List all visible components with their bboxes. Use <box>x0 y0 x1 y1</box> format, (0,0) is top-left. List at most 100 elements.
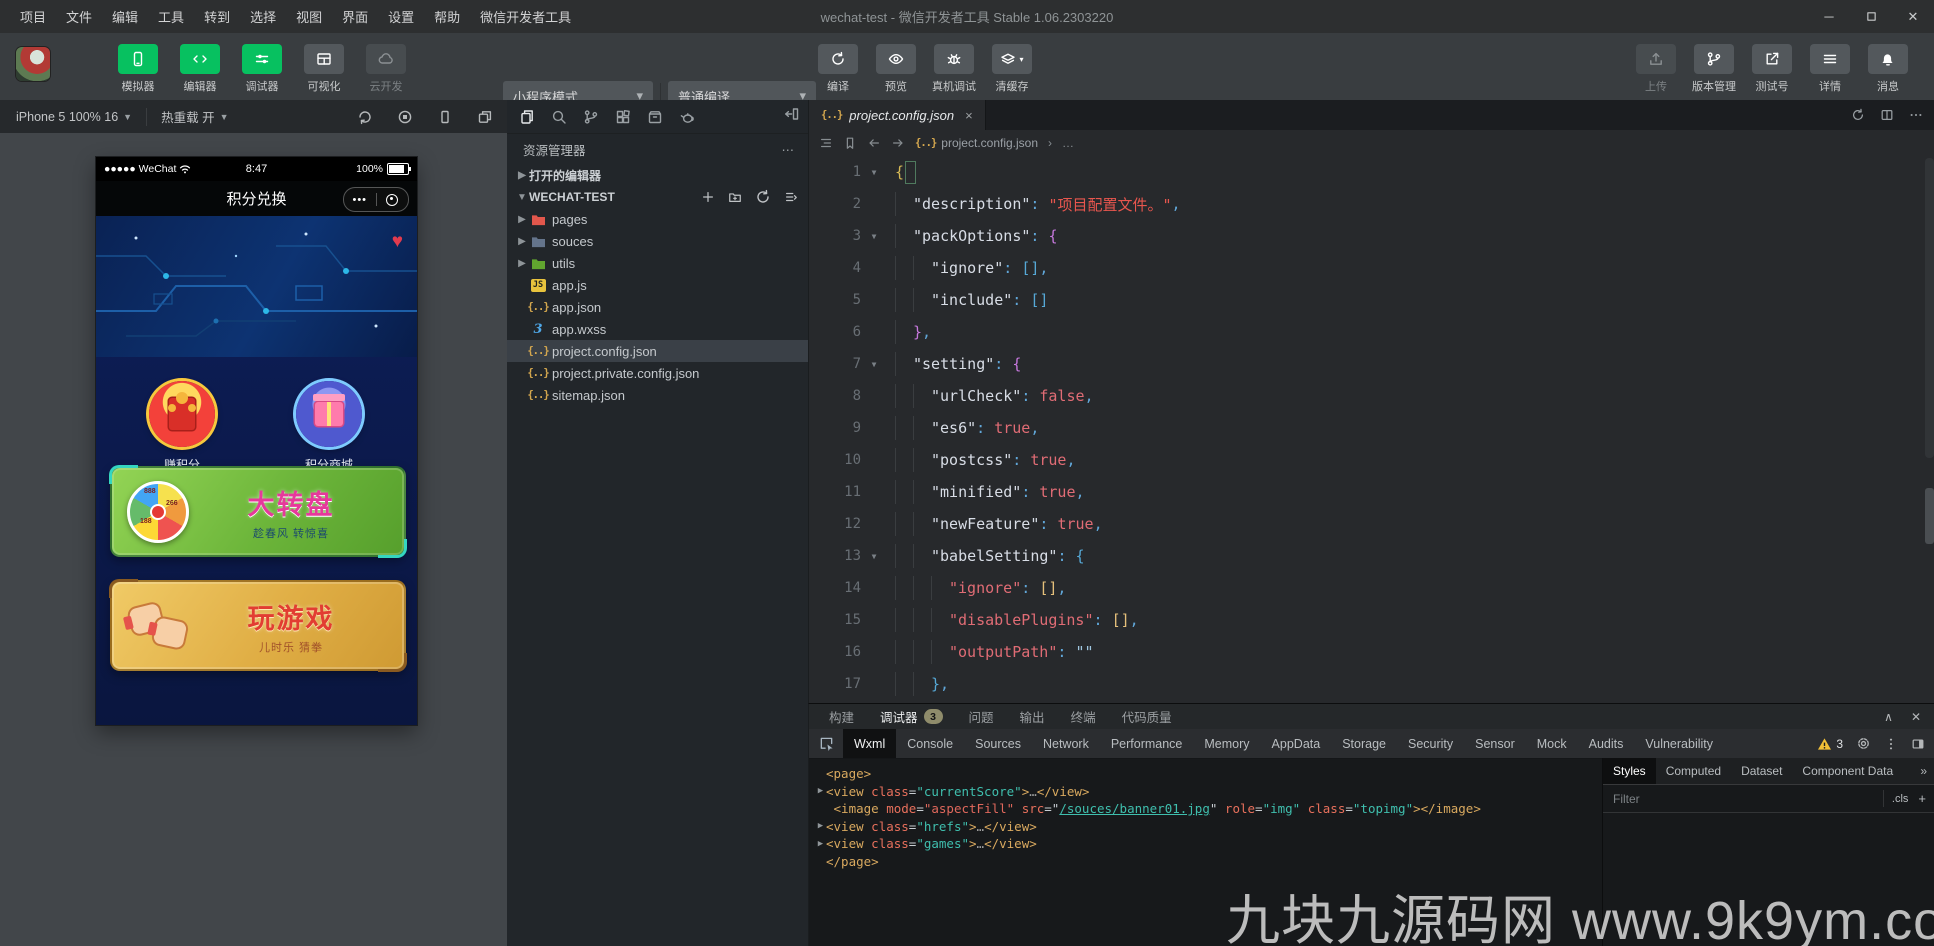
wxml-node[interactable]: ▶ <view class = "hrefs" >… </view> <box>809 818 1601 836</box>
tree-file-app-json[interactable]: {..} app.json <box>507 296 808 318</box>
inspector-tab-computed[interactable]: Computed <box>1656 758 1731 784</box>
maximize-button[interactable] <box>1850 0 1892 33</box>
minimize-button[interactable]: ─ <box>1808 0 1850 33</box>
wxml-node[interactable]: </page> <box>809 853 1601 871</box>
tree-file-pages[interactable]: ▶ pages <box>507 208 808 230</box>
inspector-tab-styles[interactable]: Styles <box>1603 758 1656 784</box>
arrow-right-icon[interactable] <box>891 136 905 150</box>
breadcrumb-more[interactable]: … <box>1062 136 1074 150</box>
new-file-icon[interactable] <box>701 189 715 205</box>
tool-refresh[interactable]: 编译 <box>812 44 864 94</box>
fold-chevron-icon[interactable]: ▼ <box>861 552 887 561</box>
search-icon[interactable] <box>549 109 569 125</box>
dock-side-icon[interactable] <box>1911 737 1925 751</box>
collapse-panel-icon[interactable] <box>784 106 800 127</box>
devtools-tab-appdata[interactable]: AppData <box>1261 729 1332 758</box>
panel-tab-输出[interactable]: 输出 <box>1020 707 1045 726</box>
devtools-tab-sensor[interactable]: Sensor <box>1464 729 1526 758</box>
wxml-node[interactable]: <page> <box>809 765 1601 783</box>
user-avatar[interactable] <box>16 47 50 81</box>
tool-upload[interactable]: 上传 <box>1630 44 1682 94</box>
tool-sliders[interactable]: 调试器 <box>236 44 288 94</box>
chevron-up-icon[interactable]: ∧ <box>1884 710 1893 724</box>
panel-tab-构建[interactable]: 构建 <box>829 707 854 726</box>
fold-chevron-icon[interactable]: ▼ <box>861 232 887 241</box>
new-folder-icon[interactable] <box>728 189 742 205</box>
fold-chevron-icon[interactable]: ▼ <box>861 168 887 177</box>
teapot-icon[interactable] <box>677 109 697 125</box>
tree-section--[interactable]: ▶ 打开的编辑器 <box>507 164 808 186</box>
devtools-tab-performance[interactable]: Performance <box>1100 729 1194 758</box>
tool-bell[interactable]: 消息 <box>1862 44 1914 94</box>
tool-branch[interactable]: 版本管理 <box>1688 44 1740 94</box>
menu-item[interactable]: 视图 <box>286 0 332 33</box>
inspect-element-icon[interactable] <box>809 729 843 758</box>
outline-icon[interactable] <box>819 136 833 150</box>
panel-tab-调试器[interactable]: 调试器 3 <box>880 707 943 726</box>
devtools-tab-mock[interactable]: Mock <box>1526 729 1578 758</box>
menu-item[interactable]: 转到 <box>194 0 240 33</box>
play-games-banner[interactable]: 玩游戏 儿时乐 猜拳 <box>109 579 407 672</box>
heart-icon[interactable]: ♥ <box>392 232 403 251</box>
lucky-wheel-banner[interactable]: 888 266 188 大转盘 趁春风 转惊喜 <box>109 465 407 558</box>
tree-file-app-wxss[interactable]: 3 app.wxss <box>507 318 808 340</box>
refresh-icon[interactable] <box>755 189 771 205</box>
tree-section-wechat-test[interactable]: ▼ WECHAT-TEST <box>507 186 808 208</box>
more-tabs-icon[interactable]: » <box>1920 758 1927 784</box>
collapse-all-icon[interactable] <box>784 189 798 205</box>
tool-list[interactable]: 详情 <box>1804 44 1856 94</box>
panel-tab-代码质量[interactable]: 代码质量 <box>1122 707 1172 726</box>
tree-file-souces[interactable]: ▶ souces <box>507 230 808 252</box>
add-style-button[interactable]: + <box>1916 791 1934 806</box>
devtools-tab-vulnerability[interactable]: Vulnerability <box>1634 729 1724 758</box>
code-editor[interactable]: 1 ▼{2 "description": "项目配置文件。", 3 ▼ "packOpti… <box>809 156 1934 703</box>
capsule-menu[interactable]: ••• <box>343 187 409 212</box>
expand-arrow-icon[interactable]: ▶ <box>815 821 826 831</box>
banner-image[interactable]: ♥ <box>96 216 417 357</box>
wxml-node[interactable]: ▶ <view class = "currentScore" >… </view> <box>809 783 1601 801</box>
split-icon[interactable] <box>1880 108 1894 122</box>
menu-item[interactable]: 文件 <box>56 0 102 33</box>
devtools-tab-network[interactable]: Network <box>1032 729 1100 758</box>
files-icon[interactable] <box>517 109 537 125</box>
tool-cloud[interactable]: 云开发 <box>360 44 412 94</box>
menu-item[interactable]: 微信开发者工具 <box>470 0 581 33</box>
devtools-tab-audits[interactable]: Audits <box>1578 729 1635 758</box>
editor-scrollbar[interactable] <box>1925 158 1934 458</box>
devtools-tab-console[interactable]: Console <box>896 729 964 758</box>
blocks-icon[interactable] <box>613 109 633 125</box>
tree-file-project-private-config-json[interactable]: {..} project.private.config.json <box>507 362 808 384</box>
menu-item[interactable]: 帮助 <box>424 0 470 33</box>
wxml-node[interactable]: <image mode = "aspectFill" src ="/souces/ba… <box>809 800 1601 818</box>
tree-file-utils[interactable]: ▶ utils <box>507 252 808 274</box>
bookmark-icon[interactable] <box>843 136 857 150</box>
more-icon[interactable]: ⋯ <box>782 142 795 157</box>
inspector-tab-dataset[interactable]: Dataset <box>1731 758 1792 784</box>
cls-button[interactable]: .cls <box>1882 790 1917 807</box>
devtools-tab-storage[interactable]: Storage <box>1331 729 1397 758</box>
hot-reload-toggle[interactable]: 热重载 开 ▼ <box>161 107 228 126</box>
tree-file-project-config-json[interactable]: {..} project.config.json <box>507 340 808 362</box>
earn-points-shortcut[interactable]: 赚积分 <box>134 381 230 473</box>
rotate-icon[interactable] <box>357 109 373 125</box>
panel-tab-问题[interactable]: 问题 <box>969 707 994 726</box>
tool-external[interactable]: 测试号 <box>1746 44 1798 94</box>
tree-file-app-js[interactable]: JS app.js <box>507 274 808 296</box>
points-mall-shortcut[interactable]: 积分商城 <box>281 381 377 473</box>
menu-item[interactable]: 设置 <box>378 0 424 33</box>
windows-icon[interactable] <box>477 109 493 125</box>
devtools-tab-security[interactable]: Security <box>1397 729 1464 758</box>
menu-item[interactable]: 选择 <box>240 0 286 33</box>
tab-project-config-json[interactable]: {..} project.config.json × <box>809 100 986 130</box>
tool-eye[interactable]: 预览 <box>870 44 922 94</box>
close-icon[interactable]: × <box>965 108 973 123</box>
device-icon[interactable] <box>437 109 453 125</box>
record-icon[interactable] <box>397 109 413 125</box>
wxml-node[interactable]: ▶ <view class = "games" >… </view> <box>809 835 1601 853</box>
tool-layers[interactable]: ▾ 清缓存 <box>986 44 1038 94</box>
tool-phone[interactable]: 模拟器 <box>112 44 164 94</box>
panel-tab-终端[interactable]: 终端 <box>1071 707 1096 726</box>
tool-layout[interactable]: 可视化 <box>298 44 350 94</box>
fold-chevron-icon[interactable]: ▼ <box>861 360 887 369</box>
warning-counter[interactable]: 3 <box>1817 737 1843 751</box>
